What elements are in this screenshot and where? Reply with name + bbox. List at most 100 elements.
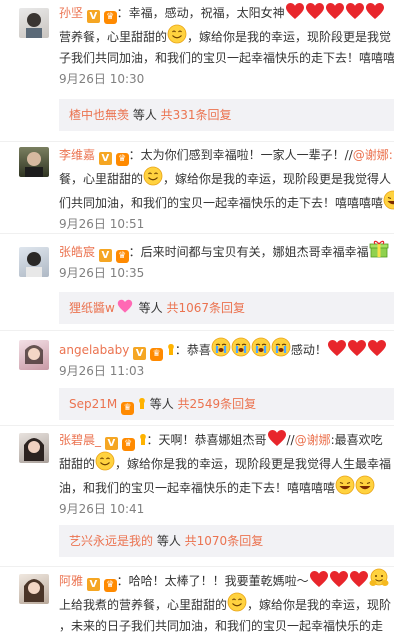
comment-timestamp: 9月26日 10:30 — [59, 72, 145, 86]
comment-text: ，嫁给你是我的幸运，现阶段更是我觉 — [187, 30, 392, 44]
verified-badge-icon: V — [98, 152, 112, 165]
heart-icon — [329, 571, 348, 587]
comment-text: ，嫁给你是我的幸运，现阶段更是我觉得人生最幸福 — [115, 457, 392, 471]
heart-icon — [305, 3, 324, 19]
cry-emoji-icon — [270, 337, 291, 357]
comment-text: 营养餐，心里甜甜的 — [59, 30, 168, 44]
comment-username[interactable]: 张皓宸 — [59, 245, 95, 259]
reply-summary[interactable]: 狸纸醬w 等人 共1067条回复 — [59, 292, 394, 324]
heart-icon — [325, 3, 344, 19]
comment-timestamp: 9月26日 11:03 — [59, 364, 145, 378]
avatar[interactable] — [19, 433, 49, 463]
reply-user-link[interactable]: 楂中也無羡 — [69, 108, 129, 122]
verified-badge-icon: V — [98, 249, 112, 262]
comment-text: ：幸福，感动，祝福，太阳女神 — [116, 6, 285, 20]
divider — [0, 425, 394, 426]
comment-text: 们共同加油，和我们的宝贝一起幸福快乐的走下去！嘻嘻嘻嘻 — [59, 196, 384, 210]
heart-icon — [349, 571, 368, 587]
reply-count-link[interactable]: 共1067条回复 — [166, 301, 245, 315]
vip-crown-icon: ♛ — [103, 11, 117, 24]
vip-crown-icon: ♛ — [103, 579, 117, 592]
wealth-badge-icon — [139, 434, 146, 445]
heart-icon — [365, 3, 384, 19]
reply-summary[interactable]: 楂中也無羡 等人 共331条回复 — [59, 99, 394, 131]
heart-icon — [267, 430, 286, 446]
reply-middle-text: 等人 — [153, 534, 185, 548]
mention-link[interactable]: @谢娜: — [353, 148, 393, 162]
comment-text: // — [286, 433, 295, 447]
wealth-badge-icon — [139, 398, 145, 409]
heart-icon — [327, 340, 346, 356]
avatar[interactable] — [19, 247, 49, 277]
vip-crown-icon: ♛ — [115, 250, 129, 263]
comment-text: 感动！ — [290, 343, 327, 357]
comment-text: ：哈哈！太棒了！！我要董乾媽啦～ — [116, 574, 309, 588]
verified-badge-icon: V — [86, 10, 100, 23]
heart-icon — [367, 340, 386, 356]
comment-text: :最喜欢吃 — [330, 433, 383, 447]
heart-icon — [309, 571, 328, 587]
hug-emoji-icon — [368, 568, 389, 587]
comment-username[interactable]: 李维嘉 — [59, 148, 95, 162]
verified-badge-icon: V — [86, 578, 100, 591]
avatar[interactable] — [19, 8, 49, 38]
divider — [0, 330, 394, 331]
heart-icon — [347, 340, 366, 356]
cry-emoji-icon — [250, 337, 271, 357]
reply-count-link[interactable]: 共331条回复 — [161, 108, 232, 122]
comment-username[interactable]: angelababy — [59, 343, 129, 357]
smile-emoji-icon — [143, 166, 163, 186]
comment-text: ，未来的日子我们共同加油，和我们的宝贝一起幸福快乐的走 — [59, 619, 384, 633]
avatar[interactable] — [19, 574, 49, 604]
reply-middle-text: 等人 — [134, 301, 167, 315]
smile-emoji-icon — [167, 24, 187, 44]
divider — [0, 141, 394, 142]
reply-summary[interactable]: 艺兴永远是我的 等人 共1070条回复 — [59, 525, 394, 557]
comment-text: 甜甜的 — [59, 457, 96, 471]
divider — [0, 566, 394, 567]
smile-emoji-icon — [227, 592, 247, 612]
vip-crown-icon: ♛ — [150, 348, 163, 361]
comment-username[interactable]: 孙坚 — [59, 6, 83, 20]
comment-text: ：恭喜 — [174, 343, 211, 357]
comment-timestamp: 9月26日 10:35 — [59, 266, 145, 280]
mention-link[interactable]: @谢娜 — [295, 433, 331, 447]
comment-text: ，嫁给你是我的幸运，现阶段更是我觉得人 — [163, 172, 392, 186]
reply-count-link[interactable]: 共1070条回复 — [185, 534, 264, 548]
comment-timestamp: 9月26日 10:41 — [59, 502, 145, 516]
gift-icon — [369, 240, 389, 258]
reply-user-link[interactable]: 艺兴永远是我的 — [69, 534, 153, 548]
comment-text: 油，和我们的宝贝一起幸福快乐的走下去！嘻嘻嘻嘻 — [59, 481, 336, 495]
reply-summary[interactable]: Sep21M ♛ 等人 共2549条回复 — [59, 388, 394, 420]
avatar[interactable] — [19, 340, 49, 370]
comment-text: ：天啊！恭喜娜姐杰哥 — [146, 433, 267, 447]
comment-text: ：太为你们感到幸福啦！一家人一辈子！// — [128, 148, 353, 162]
divider — [0, 233, 394, 234]
cry-emoji-icon — [230, 337, 251, 357]
comment-text: 子我们共同加油，和我们的宝贝一起幸福快乐的走下去！嘻嘻嘻 — [59, 51, 394, 65]
verified-badge-icon: V — [133, 347, 147, 360]
reply-count-link[interactable]: 共2549条回复 — [178, 397, 257, 411]
laugh-emoji-icon — [383, 190, 394, 210]
wealth-badge-icon — [168, 344, 174, 355]
cry-emoji-icon — [210, 337, 231, 357]
vip-crown-icon: ♛ — [115, 153, 129, 166]
heart-icon — [285, 3, 304, 19]
avatar[interactable] — [19, 147, 49, 177]
reply-user-link[interactable]: 狸纸醬w — [69, 301, 115, 315]
reply-middle-text: 等人 — [129, 108, 161, 122]
heart-icon — [345, 3, 364, 19]
comment-text: ，嫁给你是我的幸运，现阶 — [247, 598, 392, 612]
laugh-emoji-icon — [355, 475, 375, 495]
comment-text: 餐，心里甜甜的 — [59, 172, 144, 186]
vip-crown-icon: ♛ — [121, 438, 135, 451]
smile-emoji-icon — [95, 451, 115, 471]
verified-badge-icon: V — [104, 437, 118, 450]
comment-text: ：后来时间都与宝贝有关，娜姐杰哥幸福幸福 — [128, 245, 369, 259]
comment-username[interactable]: 阿雅 — [59, 574, 83, 588]
vip-crown-icon: ♛ — [121, 402, 135, 415]
pink-hearts-icon — [117, 299, 133, 313]
comment-username[interactable]: 张碧晨_ — [59, 433, 101, 447]
reply-user-link[interactable]: Sep21M — [69, 397, 117, 411]
comment-text: 上给我煮的营养餐，心里甜甜的 — [59, 598, 228, 612]
